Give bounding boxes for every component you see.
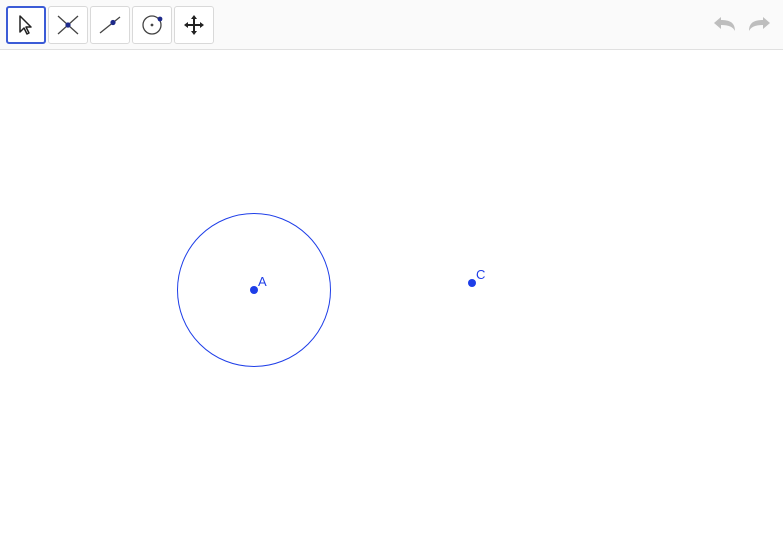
redo-button[interactable]: [743, 8, 775, 40]
move-arrows-icon: [182, 13, 206, 37]
geometry-canvas[interactable]: AC: [0, 50, 783, 545]
undo-redo-group: [709, 8, 775, 40]
circle-center-icon: [138, 11, 166, 39]
undo-button[interactable]: [709, 8, 741, 40]
undo-icon: [711, 12, 739, 36]
point-on-line-icon: [96, 11, 124, 39]
cursor-icon: [15, 13, 37, 37]
redo-icon: [745, 12, 773, 36]
tool-point-on-line[interactable]: [90, 6, 130, 44]
intersect-icon: [54, 11, 82, 39]
point-C[interactable]: [468, 279, 476, 287]
point-A[interactable]: [250, 286, 258, 294]
tool-group: [6, 6, 214, 44]
point-C-label: C: [476, 267, 485, 282]
tool-pan-view[interactable]: [174, 6, 214, 44]
tool-circle-center[interactable]: [132, 6, 172, 44]
toolbar: [0, 0, 783, 50]
tool-move-select[interactable]: [6, 6, 46, 44]
tool-intersect[interactable]: [48, 6, 88, 44]
point-A-label: A: [258, 274, 267, 289]
